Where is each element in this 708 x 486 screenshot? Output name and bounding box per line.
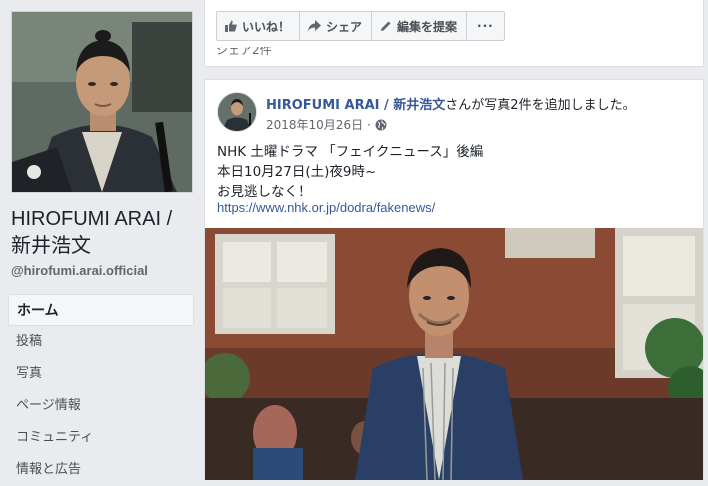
page-handle: @hirofumi.arai.official <box>11 263 148 278</box>
author-avatar[interactable] <box>217 92 257 132</box>
post-line: 本日10月27日(土)夜9時~ <box>217 164 377 180</box>
more-options-button[interactable]: ··· <box>467 12 504 40</box>
post-action-text: さんが写真2件を追加しました。 <box>445 98 636 113</box>
profile-photo[interactable] <box>11 11 193 193</box>
action-bar: いいね！ シェア 編集を提案 ··· <box>216 11 505 41</box>
thumbs-up-icon <box>225 20 237 32</box>
meta-separator: · <box>367 117 371 132</box>
post-meta: 2018年10月26日 · <box>266 116 387 133</box>
post-text: NHK 土曜ドラマ 「フェイクニュース」後編 本日10月27日(土)夜9時~ お… <box>217 142 483 202</box>
post-header: HIROFUMI ARAI / 新井浩文さんが写真2件を追加しました。 <box>266 94 636 113</box>
post-line: NHK 土曜ドラマ 「フェイクニュース」後編 <box>217 144 484 160</box>
post-card: HIROFUMI ARAI / 新井浩文さんが写真2件を追加しました。 2018… <box>204 79 704 480</box>
more-options-icon: ··· <box>477 19 494 33</box>
post-line: お見逃しなく！ <box>217 184 312 200</box>
share-count[interactable]: シェア2件 <box>216 47 272 61</box>
page-nav: ホーム 投稿 写真 ページ情報 コミュニティ 情報と広告 <box>8 294 194 486</box>
nav-item-photos[interactable]: 写真 <box>8 358 194 390</box>
share-arrow-icon <box>308 20 322 31</box>
suggest-edit-label: 編集を提案 <box>397 19 458 34</box>
nav-item-posts[interactable]: 投稿 <box>8 326 194 358</box>
share-label: シェア <box>326 19 363 34</box>
post-photo[interactable] <box>205 228 703 480</box>
like-label: いいね！ <box>242 19 291 34</box>
share-button[interactable]: シェア <box>300 12 373 40</box>
like-button[interactable]: いいね！ <box>217 12 301 40</box>
nav-item-about[interactable]: ページ情報 <box>8 390 194 422</box>
pencil-icon <box>381 21 391 31</box>
author-name-link[interactable]: HIROFUMI ARAI / 新井浩文 <box>266 98 445 113</box>
globe-icon[interactable] <box>375 119 387 131</box>
nav-item-community[interactable]: コミュニティ <box>8 422 194 454</box>
page-name[interactable]: HIROFUMI ARAI / 新井浩文 <box>11 206 197 260</box>
nav-item-info-and-ads[interactable]: 情報と広告 <box>8 454 194 486</box>
post-date[interactable]: 2018年10月26日 <box>266 116 363 133</box>
post-link[interactable]: https://www.nhk.or.jp/dodra/fakenews/ <box>217 200 435 215</box>
nav-item-home[interactable]: ホーム <box>8 294 194 326</box>
previous-post-actions: いいね！ シェア 編集を提案 ··· シェア2件 <box>204 0 704 67</box>
suggest-edit-button[interactable]: 編集を提案 <box>372 12 468 40</box>
